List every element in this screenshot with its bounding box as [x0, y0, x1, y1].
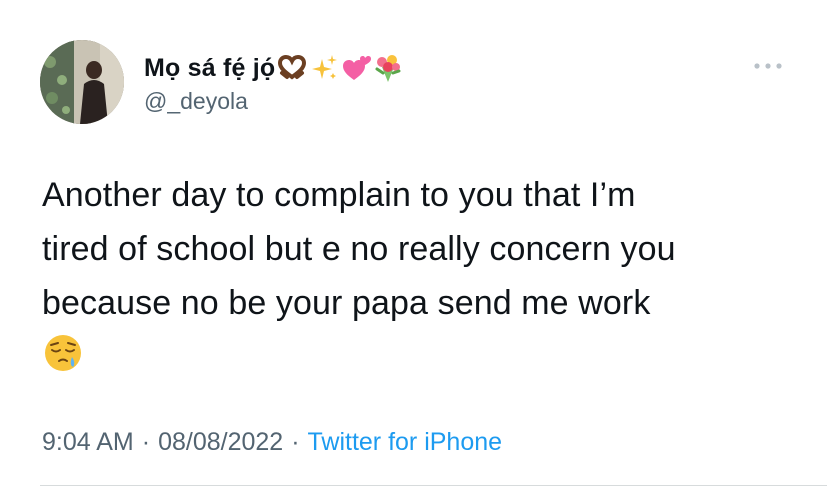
tweet-time[interactable]: 9:04 AM [42, 428, 134, 457]
tweet-metadata: 9:04 AM · 08/08/2022 · Twitter for iPhon… [42, 428, 502, 457]
source-link[interactable]: Twitter for iPhone [308, 428, 503, 457]
display-name[interactable]: Mọ sá fẹ́ jọ́ [144, 54, 275, 83]
author-name-row[interactable]: Mọ sá fẹ́ jọ́ [144, 50, 405, 86]
tweet-date[interactable]: 08/08/2022 [158, 428, 283, 457]
more-icon [754, 63, 782, 69]
tweet-text: Another day to complain to you that I’m … [42, 168, 812, 330]
name-emojis [277, 53, 405, 83]
sparkles-icon [309, 53, 339, 83]
more-options-button[interactable] [748, 56, 788, 76]
tweet-text-line: Another day to complain to you that I’m [42, 176, 636, 214]
tweet-card: Mọ sá fẹ́ jọ́ @_deyola Another day to co… [0, 0, 827, 492]
bouquet-icon [373, 53, 403, 83]
divider [40, 485, 827, 486]
separator: · [291, 428, 300, 456]
sleepy-face-icon [43, 333, 83, 373]
avatar[interactable] [40, 40, 124, 124]
author-handle[interactable]: @_deyola [144, 88, 248, 115]
tweet-text-line: tired of school but e no really concern … [42, 230, 676, 268]
tweet-text-line: because no be your papa send me work [42, 284, 651, 322]
separator: · [141, 428, 151, 456]
heart-hands-icon [277, 53, 307, 83]
two-hearts-icon [341, 53, 372, 83]
